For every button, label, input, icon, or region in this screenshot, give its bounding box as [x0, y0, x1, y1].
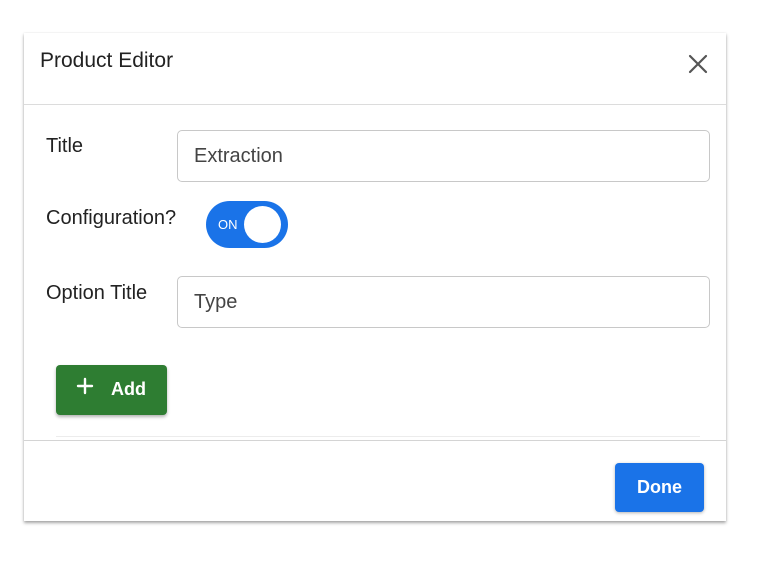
- add-button[interactable]: Add: [56, 365, 167, 415]
- divider: [56, 436, 700, 437]
- footer-divider: [24, 440, 726, 441]
- configuration-toggle[interactable]: ON: [206, 201, 288, 248]
- dialog-title: Product Editor: [40, 49, 174, 72]
- dialog-header: Product Editor: [24, 33, 726, 105]
- toggle-knob: [244, 206, 281, 243]
- option-title-label: Option Title: [46, 282, 148, 304]
- toggle-state-text: ON: [218, 217, 238, 232]
- configuration-label: Configuration?: [46, 207, 177, 229]
- title-label: Title: [46, 135, 84, 157]
- add-button-label: Add: [111, 379, 146, 399]
- product-editor-dialog: Product Editor Title Configuration? ON O…: [24, 33, 726, 521]
- plus-icon: [76, 377, 94, 395]
- done-button[interactable]: Done: [615, 463, 704, 512]
- option-title-input[interactable]: [177, 276, 710, 328]
- close-icon[interactable]: [686, 52, 710, 76]
- title-input[interactable]: [177, 130, 710, 182]
